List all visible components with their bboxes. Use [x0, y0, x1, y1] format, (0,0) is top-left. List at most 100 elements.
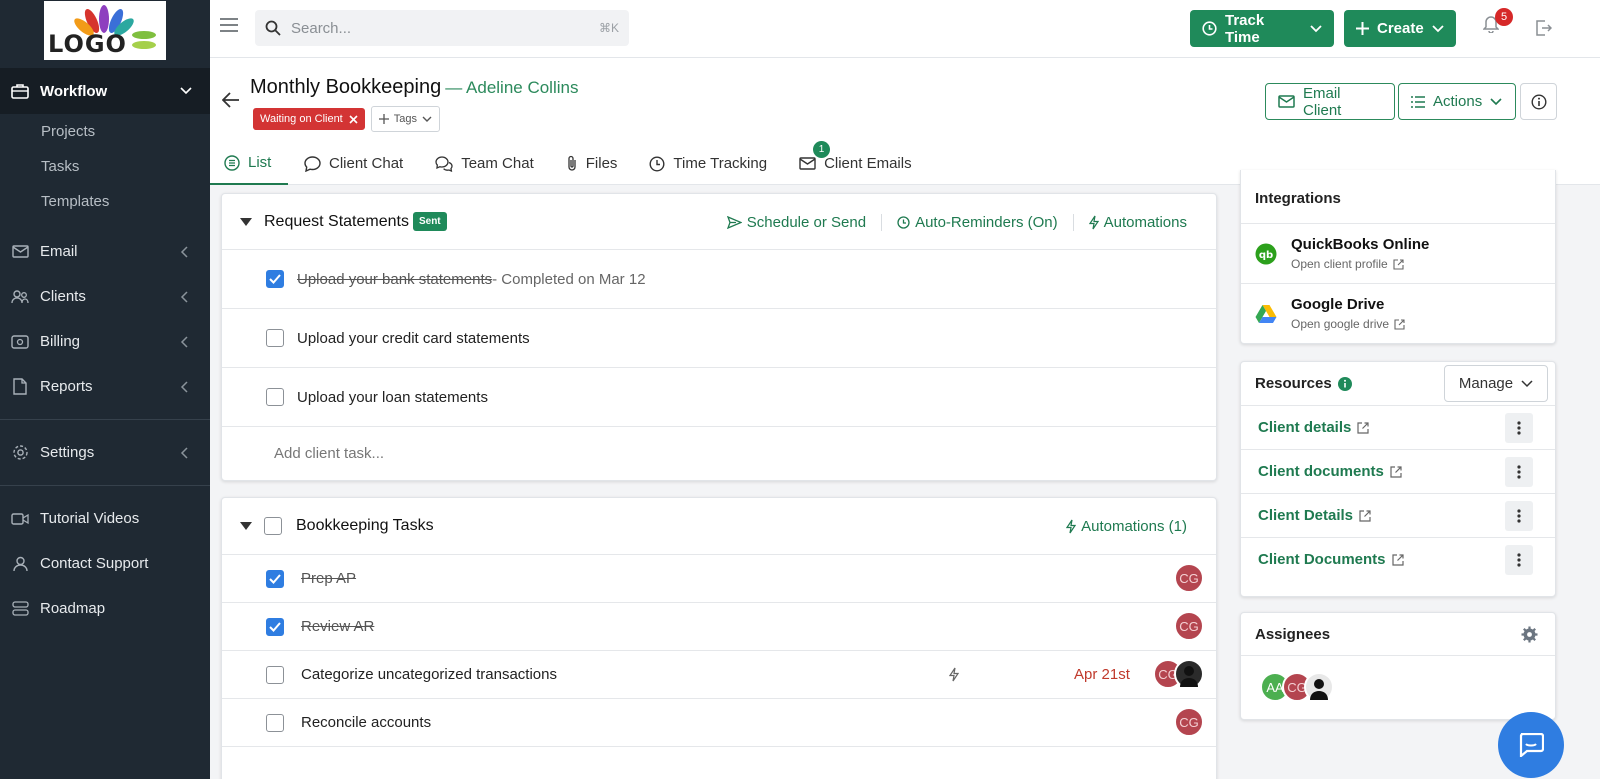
task-title: Reconcile accounts	[301, 714, 432, 731]
task-checkbox[interactable]	[266, 329, 284, 347]
tab-list[interactable]: List	[210, 142, 288, 185]
tab-time-tracking[interactable]: Time Tracking	[633, 142, 783, 185]
notifications-button[interactable]: 5	[1483, 8, 1513, 33]
search-shortcut: ⌘K	[598, 21, 619, 35]
sidebar-subitem-tasks[interactable]: Tasks	[0, 149, 210, 184]
email-client-button[interactable]: Email Client	[1265, 83, 1395, 120]
sidebar-subitem-projects[interactable]: Projects	[0, 114, 210, 149]
resource-item[interactable]: Client documents	[1241, 449, 1555, 493]
info-icon[interactable]	[1337, 376, 1352, 391]
table-row: Reconcile accounts CG	[222, 699, 1216, 747]
integration-link[interactable]: Open google drive	[1291, 317, 1405, 331]
sidebar-item-settings[interactable]: Settings	[0, 430, 210, 475]
schedule-or-send-button[interactable]: Schedule or Send	[712, 214, 881, 231]
resources-panel: Resources Manage Client details Client d…	[1240, 361, 1556, 597]
more-options-icon[interactable]	[1505, 457, 1533, 487]
search-box[interactable]: ⌘K	[255, 10, 629, 46]
sidebar-item-label: Email	[40, 243, 78, 260]
actions-button[interactable]: Actions	[1398, 83, 1516, 120]
tab-client-chat[interactable]: Client Chat	[288, 142, 419, 185]
sidebar-item-clients[interactable]: Clients	[0, 274, 210, 319]
sidebar-item-reports[interactable]: Reports	[0, 364, 210, 409]
actions-label: Actions	[1433, 93, 1483, 110]
integration-quickbooks[interactable]: qb QuickBooks Online Open client profile	[1241, 223, 1555, 283]
sidebar-item-label: Contact Support	[40, 555, 149, 572]
list-item: Upload your bank statements - Completed …	[222, 250, 1216, 309]
manage-button[interactable]: Manage	[1444, 365, 1548, 402]
status-badge[interactable]: Waiting on Client	[253, 108, 365, 130]
sidebar-item-contact-support[interactable]: Contact Support	[0, 541, 210, 586]
sidebar-item-workflow[interactable]: Workflow	[0, 68, 210, 114]
avatar[interactable]: CG	[1174, 563, 1204, 593]
task-checkbox[interactable]	[266, 569, 284, 588]
search-input[interactable]	[291, 19, 599, 37]
resource-item[interactable]: Client Documents	[1241, 537, 1555, 581]
client-link[interactable]: — Adeline Collins	[445, 78, 578, 98]
chevron-down-icon	[1310, 24, 1322, 33]
more-options-icon[interactable]	[1505, 413, 1533, 443]
tab-files[interactable]: Files	[550, 142, 634, 185]
resource-item[interactable]: Client Details	[1241, 493, 1555, 537]
more-options-icon[interactable]	[1505, 545, 1533, 575]
lightning-icon	[1088, 215, 1099, 230]
chat-icon	[1518, 733, 1544, 757]
caret-down-icon[interactable]	[240, 217, 252, 226]
task-title: Categorize uncategorized transactions	[301, 666, 557, 683]
resource-label: Client Documents	[1258, 551, 1386, 568]
create-button[interactable]: Create	[1344, 10, 1456, 47]
logout-icon[interactable]	[1535, 20, 1552, 36]
sidebar-item-label: Tutorial Videos	[40, 510, 140, 527]
sidebar-item-tutorial-videos[interactable]: Tutorial Videos	[0, 496, 210, 541]
avatar[interactable]: CG	[1174, 611, 1204, 641]
external-link-icon	[1390, 465, 1402, 478]
avatar[interactable]: CG	[1174, 707, 1204, 737]
file-icon	[0, 378, 40, 395]
more-options-icon[interactable]	[1505, 501, 1533, 531]
add-client-task-input[interactable]: Add client task...	[222, 427, 1216, 480]
due-date[interactable]: Apr 21st	[1074, 666, 1130, 683]
track-time-button[interactable]: Track Time	[1190, 10, 1334, 47]
assignees-panel: Assignees AA CG	[1240, 612, 1556, 720]
info-button[interactable]	[1520, 83, 1557, 120]
integration-link-label: Open google drive	[1291, 317, 1390, 331]
task-checkbox[interactable]	[266, 617, 284, 636]
task-title: Review AR	[301, 618, 375, 635]
sidebar: LOGO Workflow Projects Tasks Templates E…	[0, 0, 210, 779]
automations-button[interactable]: Automations	[1072, 213, 1202, 231]
company-logo[interactable]: LOGO	[44, 0, 166, 60]
section-title: Bookkeeping Tasks	[296, 517, 434, 534]
task-checkbox[interactable]	[266, 713, 284, 732]
panel-title: Assignees	[1255, 625, 1331, 643]
list-icon	[1411, 95, 1425, 108]
automations-button[interactable]: Automations (1)	[1051, 518, 1202, 535]
tab-bar: List Client Chat Team Chat Files Time Tr…	[210, 141, 928, 185]
tags-button[interactable]: Tags	[370, 106, 440, 132]
integration-link[interactable]: Open client profile	[1291, 257, 1429, 271]
avatar-photo[interactable]	[1304, 672, 1334, 702]
task-checkbox[interactable]	[266, 665, 284, 684]
clock-icon	[1202, 21, 1217, 36]
plus-icon	[378, 114, 389, 124]
sidebar-item-label: Clients	[40, 288, 86, 305]
sidebar-item-email[interactable]: Email	[0, 229, 210, 274]
auto-reminders-button[interactable]: Auto-Reminders (On)	[881, 213, 1073, 231]
task-checkbox[interactable]	[266, 388, 284, 406]
resource-item[interactable]: Client details	[1241, 405, 1555, 449]
close-icon[interactable]	[349, 114, 358, 124]
sidebar-subitem-templates[interactable]: Templates	[0, 184, 210, 219]
task-checkbox[interactable]	[266, 270, 284, 288]
back-arrow-icon[interactable]	[222, 92, 240, 108]
tab-client-emails[interactable]: 1 Client Emails	[783, 141, 928, 185]
sidebar-item-billing[interactable]: Billing	[0, 319, 210, 364]
section-checkbox[interactable]	[264, 517, 282, 535]
integration-google-drive[interactable]: Google Drive Open google drive	[1241, 283, 1555, 343]
gear-icon[interactable]	[1521, 626, 1538, 643]
sidebar-item-roadmap[interactable]: Roadmap	[0, 586, 210, 631]
tab-team-chat[interactable]: Team Chat	[419, 142, 550, 185]
chat-launcher-button[interactable]	[1498, 712, 1564, 778]
chevron-left-icon	[180, 245, 210, 258]
avatar-photo[interactable]	[1174, 659, 1204, 689]
table-row: Prep AP CG	[222, 555, 1216, 603]
hamburger-menu-icon[interactable]	[220, 18, 238, 32]
caret-down-icon[interactable]	[240, 522, 252, 530]
